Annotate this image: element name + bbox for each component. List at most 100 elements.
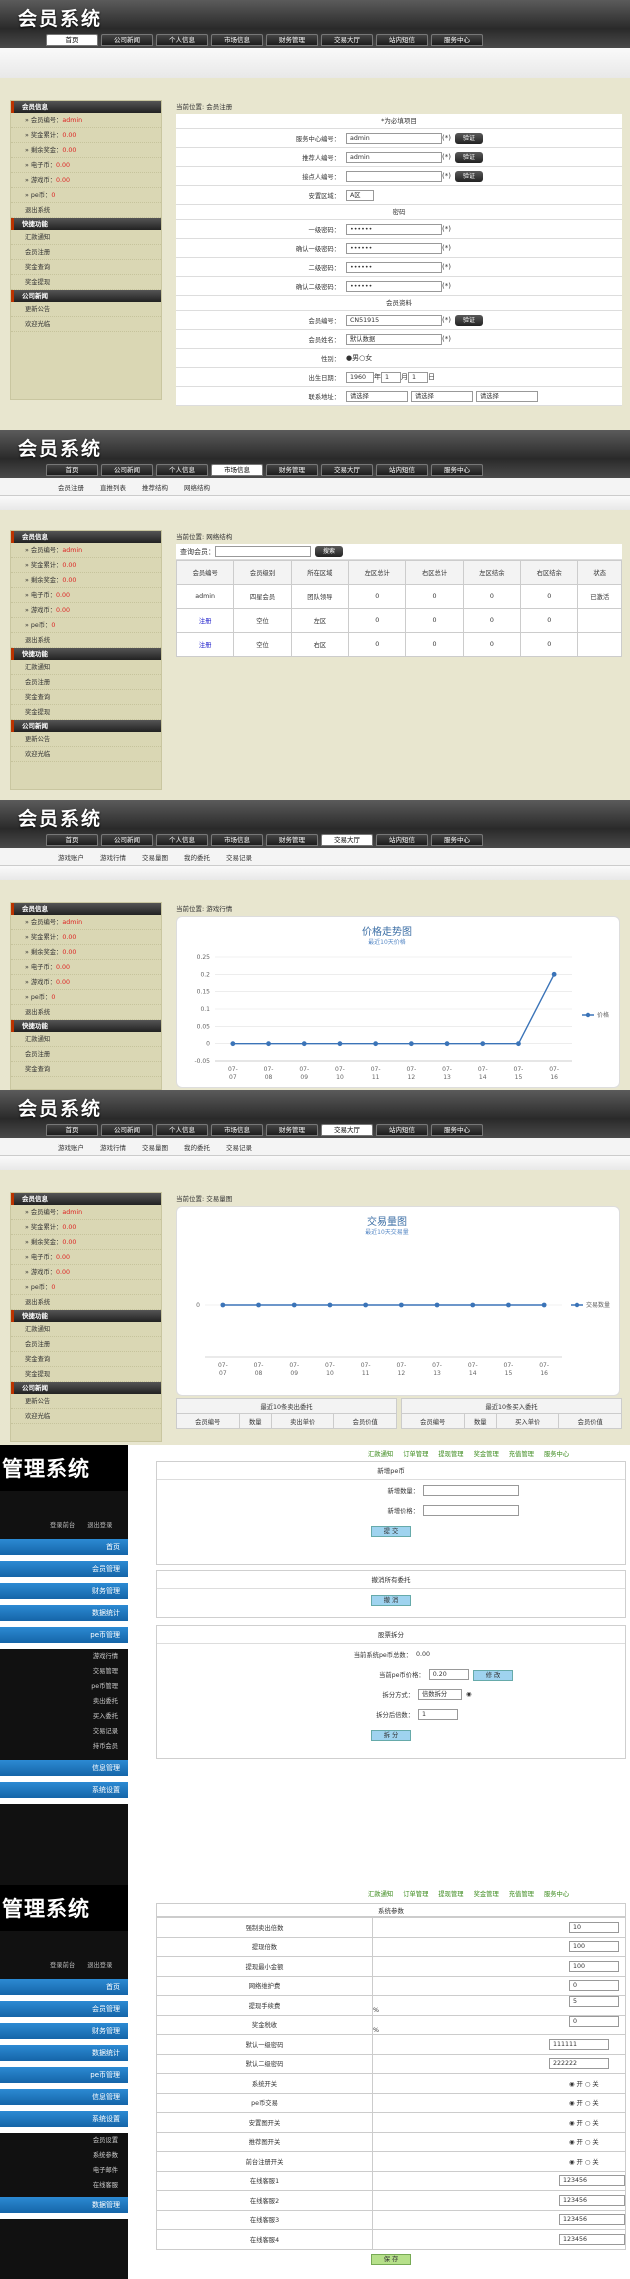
split-mode-radio[interactable]: ◉ xyxy=(462,1691,524,1698)
nav-news[interactable]: 公司新闻 xyxy=(101,1124,153,1136)
nav-news[interactable]: 公司新闻 xyxy=(101,464,153,476)
menu-settings[interactable]: 系统设置 xyxy=(0,2111,128,2133)
sidebar-quick-item[interactable]: 会员注册 xyxy=(11,675,161,690)
nav-finance[interactable]: 财务管理 xyxy=(266,34,318,46)
sidebar-quick-item[interactable]: 汇款通知 xyxy=(11,1032,161,1047)
subnav-item[interactable]: 交易量图 xyxy=(142,1142,168,1152)
off-radio[interactable]: ○ xyxy=(585,2120,591,2127)
menu-data[interactable]: 数据管理 xyxy=(0,2197,128,2219)
menu-info[interactable]: 信息管理 xyxy=(0,1760,128,1782)
nav-trade[interactable]: 交易大厅 xyxy=(321,464,373,476)
menu-members[interactable]: 会员管理 xyxy=(0,2001,128,2023)
param-input[interactable]: 0 xyxy=(569,1980,619,1992)
top-link[interactable]: 提现管理 xyxy=(438,1449,463,1458)
qq-input[interactable]: 123456 xyxy=(559,2233,625,2245)
sidebar-news-item[interactable]: 欢迎光临 xyxy=(11,317,161,332)
pwd1-confirm-input[interactable]: •••••• xyxy=(346,242,442,254)
nav-profile[interactable]: 个人信息 xyxy=(156,34,208,46)
sidebar-logout[interactable]: 退出系统 xyxy=(11,1005,161,1020)
qq-input[interactable]: 123456 xyxy=(559,2194,625,2206)
nav-news[interactable]: 公司新闻 xyxy=(101,834,153,846)
verify-button[interactable]: 验证 xyxy=(454,314,483,326)
sidebar-quick-item[interactable]: 奖金查询 xyxy=(11,260,161,275)
verify-button[interactable]: 验证 xyxy=(454,151,483,163)
district-select[interactable]: 请选择 xyxy=(476,390,538,402)
logout-link[interactable]: 退出登录 xyxy=(87,1520,112,1529)
menu-pe[interactable]: pe币管理 xyxy=(0,1627,128,1649)
nav-market[interactable]: 市场信息 xyxy=(211,34,263,46)
price-input[interactable]: 0.20 xyxy=(428,1668,469,1680)
nav-finance[interactable]: 财务管理 xyxy=(266,1124,318,1136)
nav-home[interactable]: 首页 xyxy=(46,464,98,476)
on-radio[interactable]: ◉ xyxy=(569,2081,575,2088)
sidebar-quick-item[interactable]: 奖金查询 xyxy=(11,1062,161,1077)
top-link[interactable]: 汇款通知 xyxy=(368,1449,393,1458)
birth-month-select[interactable]: 1 xyxy=(381,371,401,383)
sidebar-logout[interactable]: 退出系统 xyxy=(11,203,161,218)
search-button[interactable]: 搜索 xyxy=(315,546,344,557)
sidebar-logout[interactable]: 退出系统 xyxy=(11,633,161,648)
nav-sms[interactable]: 站内短信 xyxy=(376,34,428,46)
menu-pe[interactable]: pe币管理 xyxy=(0,2067,128,2089)
sidebar-quick-item[interactable]: 会员注册 xyxy=(11,245,161,260)
submenu-item[interactable]: 游戏行情 xyxy=(0,1649,128,1664)
menu-members[interactable]: 会员管理 xyxy=(0,1561,128,1583)
split-mode-select[interactable]: 倍数拆分 xyxy=(418,1688,462,1700)
on-radio[interactable]: ◉ xyxy=(569,2139,575,2146)
nav-market[interactable]: 市场信息 xyxy=(211,464,263,476)
param-input[interactable]: 111111 xyxy=(549,2038,609,2050)
on-radio[interactable]: ◉ xyxy=(569,2159,575,2166)
subnav-item[interactable]: 游戏行情 xyxy=(100,1142,126,1152)
submenu-item[interactable]: 交易管理 xyxy=(0,1664,128,1679)
new-qty-input[interactable] xyxy=(423,1484,519,1496)
pwd1-input[interactable]: •••••• xyxy=(346,223,442,235)
sidebar-news-item[interactable]: 欢迎光临 xyxy=(11,747,161,762)
nav-home[interactable]: 首页 xyxy=(46,34,98,46)
sidebar-news-item[interactable]: 更新公告 xyxy=(11,1394,161,1409)
register-link[interactable]: 注册 xyxy=(175,608,235,633)
submit-button[interactable]: 提 交 xyxy=(370,1525,412,1537)
chart-legend[interactable]: 交易数量 xyxy=(586,1301,610,1309)
split-after-input[interactable]: 1 xyxy=(418,1708,458,1720)
province-select[interactable]: 请选择 xyxy=(346,390,408,402)
top-link[interactable]: 提现管理 xyxy=(438,1889,463,1898)
on-radio[interactable]: ◉ xyxy=(569,2120,575,2127)
sidebar-logout[interactable]: 退出系统 xyxy=(11,1295,161,1310)
subnav-item[interactable]: 交易记录 xyxy=(226,852,252,862)
off-radio[interactable]: ○ xyxy=(585,2100,591,2107)
subnav-item[interactable]: 交易量图 xyxy=(142,852,168,862)
param-input[interactable]: 100 xyxy=(569,1960,619,1972)
region-select[interactable]: A区 xyxy=(346,189,374,201)
nav-finance[interactable]: 财务管理 xyxy=(266,834,318,846)
submenu-item[interactable]: pe币管理 xyxy=(0,1679,128,1694)
modify-button[interactable]: 修 改 xyxy=(472,1669,514,1681)
top-link[interactable]: 奖金管理 xyxy=(474,1889,499,1898)
subnav-item[interactable]: 网络结构 xyxy=(184,482,210,492)
sidebar-news-item[interactable]: 欢迎光临 xyxy=(11,1409,161,1424)
submenu-item[interactable]: 交易记录 xyxy=(0,1724,128,1739)
verify-button[interactable]: 验证 xyxy=(454,170,483,182)
top-link[interactable]: 服务中心 xyxy=(544,1889,569,1898)
subnav-item[interactable]: 游戏账户 xyxy=(58,852,84,862)
subnav-item[interactable]: 直推列表 xyxy=(100,482,126,492)
nav-finance[interactable]: 财务管理 xyxy=(266,464,318,476)
city-select[interactable]: 请选择 xyxy=(411,390,473,402)
nav-trade[interactable]: 交易大厅 xyxy=(321,1124,373,1136)
param-input[interactable]: 100 xyxy=(569,1941,619,1953)
subnav-item[interactable]: 我的委托 xyxy=(184,852,210,862)
subnav-item[interactable]: 游戏账户 xyxy=(58,1142,84,1152)
nav-profile[interactable]: 个人信息 xyxy=(156,834,208,846)
submenu-item[interactable]: 会员设置 xyxy=(0,2133,128,2148)
member-name-input[interactable]: 默认数据 xyxy=(346,333,442,345)
nav-trade[interactable]: 交易大厅 xyxy=(321,34,373,46)
param-input[interactable]: 0 xyxy=(569,2015,619,2027)
nav-trade[interactable]: 交易大厅 xyxy=(321,834,373,846)
center-input[interactable]: admin xyxy=(346,132,442,144)
nav-profile[interactable]: 个人信息 xyxy=(156,464,208,476)
birth-day-select[interactable]: 1 xyxy=(408,371,428,383)
chart-legend[interactable]: 价格 xyxy=(597,1011,609,1019)
subnav-item[interactable]: 会员注册 xyxy=(58,482,84,492)
subnav-item[interactable]: 推荐结构 xyxy=(142,482,168,492)
off-radio[interactable]: ○ xyxy=(585,2159,591,2166)
sidebar-quick-item[interactable]: 奖金提现 xyxy=(11,1367,161,1382)
